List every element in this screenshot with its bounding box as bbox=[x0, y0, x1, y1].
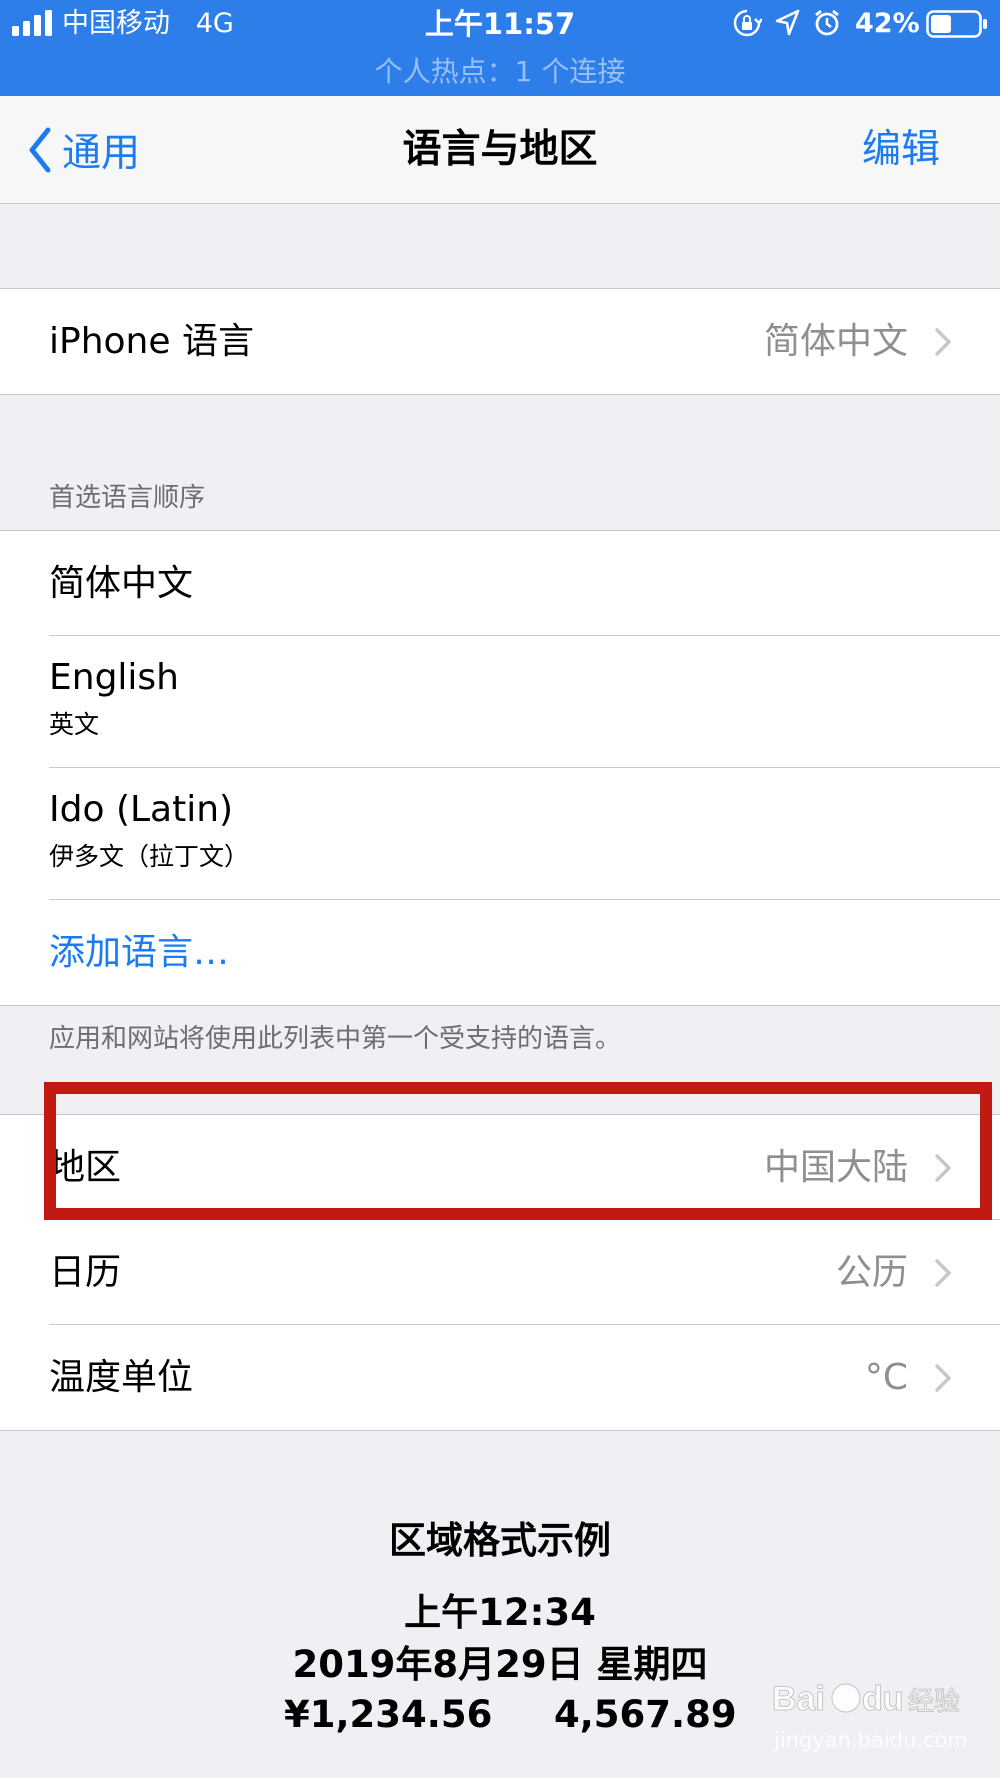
iphone-language-label: iPhone 语言 bbox=[49, 321, 254, 362]
language-name: Ido (Latin) bbox=[49, 789, 234, 830]
add-language-label: 添加语言… bbox=[49, 932, 230, 973]
format-example-currency: ¥1,234.56 bbox=[284, 1693, 493, 1736]
language-native-name: 英文 bbox=[49, 710, 100, 739]
temperature-unit-value: °C bbox=[864, 1357, 908, 1398]
baidu-logo-icon: Bai du 经验 bbox=[772, 1680, 961, 1719]
calendar-label: 日历 bbox=[49, 1252, 122, 1293]
chevron-right-icon bbox=[935, 1154, 951, 1182]
battery-percentage: 42% bbox=[855, 8, 920, 39]
baidu-watermark: Bai du 经验 jingyan.baidu.com bbox=[762, 1668, 968, 1768]
region-row[interactable]: 地区 中国大陆 bbox=[0, 1115, 1000, 1220]
iphone-language-group: iPhone 语言 简体中文 bbox=[0, 288, 1000, 395]
status-time: 上午11:57 bbox=[424, 7, 576, 41]
region-label: 地区 bbox=[49, 1147, 122, 1188]
edit-button[interactable]: 编辑 bbox=[862, 120, 940, 180]
preferred-languages-group: 简体中文 English 英文 Ido (Latin) 伊多文（拉丁文） 添加语… bbox=[0, 530, 1000, 1006]
temperature-unit-row[interactable]: 温度单位 °C bbox=[0, 1325, 1000, 1430]
watermark-url: jingyan.baidu.com bbox=[774, 1728, 968, 1752]
add-language-button[interactable]: 添加语言… bbox=[0, 900, 1000, 1005]
iphone-language-row[interactable]: iPhone 语言 简体中文 bbox=[0, 289, 1000, 394]
language-name: 简体中文 bbox=[49, 563, 194, 604]
temperature-unit-label: 温度单位 bbox=[49, 1357, 194, 1398]
preferred-languages-header: 首选语言顺序 bbox=[49, 483, 206, 513]
preferred-languages-footer: 应用和网站将使用此列表中第一个受支持的语言。 bbox=[49, 1024, 622, 1054]
hotspot-banner[interactable]: 个人热点：1 个连接 bbox=[0, 52, 1000, 92]
svg-text:du: du bbox=[862, 1680, 904, 1718]
language-row-english[interactable]: English 英文 bbox=[0, 636, 1000, 768]
language-native-name: 伊多文（拉丁文） bbox=[49, 842, 250, 871]
language-name: English bbox=[49, 657, 179, 698]
svg-text:经验: 经验 bbox=[908, 1687, 960, 1717]
chevron-right-icon bbox=[935, 1364, 951, 1392]
page-title: 语言与地区 bbox=[402, 127, 598, 172]
format-example-title: 区域格式示例 bbox=[389, 1519, 611, 1562]
chevron-right-icon bbox=[935, 328, 951, 356]
location-arrow-icon bbox=[775, 9, 800, 36]
region-settings-group: 地区 中国大陆 日历 公历 温度单位 °C bbox=[0, 1114, 1000, 1431]
iphone-language-value: 简体中文 bbox=[763, 321, 908, 362]
format-example-number: 4,567.89 bbox=[554, 1693, 737, 1736]
orientation-lock-icon bbox=[733, 9, 762, 37]
battery-icon bbox=[926, 10, 987, 38]
language-row-simplified-chinese[interactable]: 简体中文 bbox=[0, 531, 1000, 636]
chevron-right-icon bbox=[935, 1259, 951, 1287]
calendar-value: 公历 bbox=[835, 1252, 908, 1293]
language-row-ido[interactable]: Ido (Latin) 伊多文（拉丁文） bbox=[0, 768, 1000, 900]
calendar-row[interactable]: 日历 公历 bbox=[0, 1220, 1000, 1325]
alarm-clock-icon bbox=[815, 9, 839, 36]
svg-text:Bai: Bai bbox=[772, 1680, 825, 1718]
navigation-bar: 通用 语言与地区 编辑 bbox=[0, 96, 1000, 204]
format-example-time: 上午12:34 bbox=[404, 1591, 596, 1634]
status-bar: 中国移动 4G 上午11:57 42% 个人热点：1 个连接 bbox=[0, 0, 1000, 96]
region-value: 中国大陆 bbox=[763, 1147, 908, 1188]
